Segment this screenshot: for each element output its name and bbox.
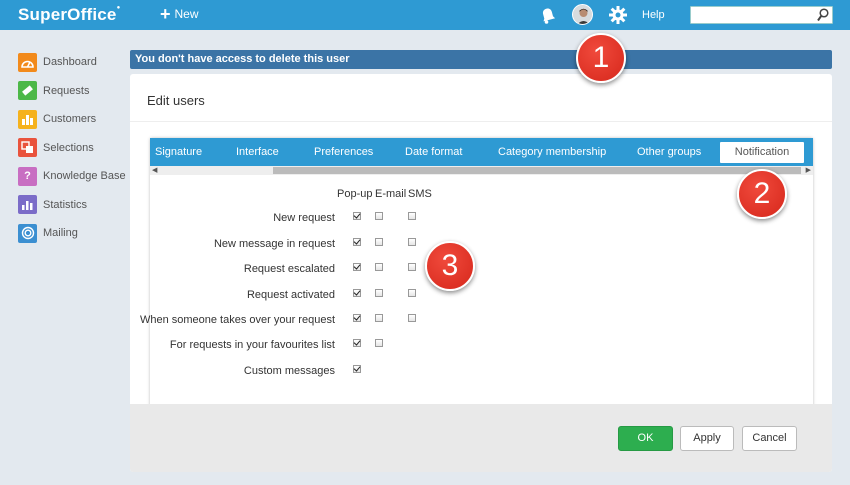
- popup-checkbox[interactable]: [353, 365, 361, 373]
- callout-1: 1: [576, 33, 626, 83]
- row-label: Custom messages: [243, 365, 335, 377]
- user-avatar[interactable]: [572, 4, 593, 25]
- popup-checkbox[interactable]: [353, 238, 361, 246]
- row-label: New request: [273, 212, 335, 224]
- callout-3: 3: [425, 241, 475, 291]
- sidebar-item-customers[interactable]: Customers: [18, 105, 128, 134]
- tab-interface[interactable]: Interface: [236, 146, 279, 158]
- top-bar: SuperOffice● + New Help: [0, 0, 850, 30]
- selections-icon: [18, 138, 37, 158]
- search-field[interactable]: [690, 6, 833, 24]
- tab-notification[interactable]: Notification: [720, 142, 804, 163]
- sidebar-item-dashboard[interactable]: Dashboard: [18, 48, 128, 77]
- help-link[interactable]: Help: [642, 9, 665, 21]
- sidebar-item-label: Knowledge Base: [43, 170, 126, 183]
- row-label: When someone takes over your request: [139, 314, 335, 326]
- sidebar-item-selections[interactable]: Selections: [18, 134, 128, 163]
- tab-bar: Signature Interface Preferences Date for…: [150, 138, 813, 166]
- sidebar-item-knowledge-base[interactable]: ? Knowledge Base: [18, 162, 128, 191]
- access-alert: You don't have access to delete this use…: [130, 50, 832, 69]
- new-button-label: New: [174, 7, 199, 21]
- email-checkbox[interactable]: [375, 212, 383, 220]
- row-label: New message in request: [213, 238, 335, 250]
- sidebar-item-statistics[interactable]: Statistics: [18, 191, 128, 220]
- customers-icon: [18, 109, 37, 129]
- row-label: Request escalated: [243, 263, 335, 275]
- sidebar-item-label: Mailing: [43, 227, 78, 240]
- column-email: E-mail: [375, 188, 407, 200]
- ok-button[interactable]: OK: [618, 426, 673, 451]
- column-sms: SMS: [408, 188, 432, 200]
- popup-checkbox[interactable]: [353, 263, 361, 271]
- question-icon: ?: [18, 166, 37, 186]
- scroll-thumb[interactable]: [273, 167, 801, 174]
- edit-users-panel: Edit users Signature Interface Preferenc…: [130, 74, 832, 472]
- email-checkbox[interactable]: [375, 263, 383, 271]
- sidebar-item-requests[interactable]: Requests: [18, 77, 128, 106]
- sidebar-item-mailing[interactable]: Mailing: [18, 219, 128, 248]
- superoffice-logo[interactable]: SuperOffice●: [18, 5, 120, 25]
- tab-signature[interactable]: Signature: [155, 146, 202, 158]
- panel-title: Edit users: [147, 93, 205, 108]
- popup-checkbox[interactable]: [353, 212, 361, 220]
- gear-icon[interactable]: [608, 5, 628, 25]
- scroll-right-icon[interactable]: ▶: [806, 166, 811, 175]
- new-button[interactable]: + New: [160, 4, 199, 24]
- row-label: Request activated: [246, 289, 335, 301]
- popup-checkbox[interactable]: [353, 339, 361, 347]
- sms-checkbox[interactable]: [408, 314, 416, 322]
- cancel-button[interactable]: Cancel: [742, 426, 797, 451]
- email-checkbox[interactable]: [375, 339, 383, 347]
- plus-icon: +: [160, 4, 171, 24]
- scroll-left-icon[interactable]: ◀: [152, 166, 157, 175]
- tab-category-membership[interactable]: Category membership: [498, 146, 606, 158]
- sidebar-item-label: Customers: [43, 113, 97, 126]
- sidebar-item-label: Requests: [43, 84, 90, 97]
- email-checkbox[interactable]: [375, 314, 383, 322]
- tab-other-groups[interactable]: Other groups: [637, 146, 701, 158]
- dashboard-icon: [18, 52, 37, 72]
- tab-date-format[interactable]: Date format: [405, 146, 462, 158]
- callout-2: 2: [737, 169, 787, 219]
- email-checkbox[interactable]: [375, 238, 383, 246]
- ticket-icon: [18, 81, 37, 101]
- search-icon[interactable]: [817, 8, 830, 22]
- sms-checkbox[interactable]: [408, 289, 416, 297]
- divider: [130, 121, 832, 122]
- mailing-icon: [18, 223, 37, 243]
- row-label: For requests in your favourites list: [169, 339, 335, 351]
- popup-checkbox[interactable]: [353, 314, 361, 322]
- email-checkbox[interactable]: [375, 289, 383, 297]
- sidebar-item-label: Statistics: [43, 198, 88, 211]
- horizontal-scrollbar[interactable]: ◀ ▶: [150, 166, 813, 175]
- search-input[interactable]: [694, 7, 814, 23]
- sidebar: Dashboard Requests Customers Selections …: [18, 48, 128, 248]
- column-popup: Pop-up: [337, 188, 373, 200]
- tab-preferences[interactable]: Preferences: [314, 146, 373, 158]
- popup-checkbox[interactable]: [353, 289, 361, 297]
- statistics-icon: [18, 195, 37, 215]
- apply-button[interactable]: Apply: [680, 426, 734, 451]
- sms-checkbox[interactable]: [408, 212, 416, 220]
- sms-checkbox[interactable]: [408, 263, 416, 271]
- bell-icon[interactable]: [538, 5, 558, 25]
- sidebar-item-label: Dashboard: [43, 56, 97, 69]
- sidebar-item-label: Selections: [43, 141, 94, 154]
- sms-checkbox[interactable]: [408, 238, 416, 246]
